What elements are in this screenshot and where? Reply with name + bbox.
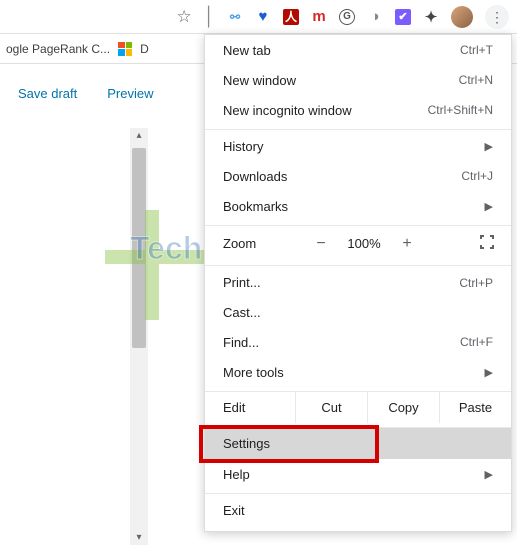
menu-label: Print... xyxy=(223,275,261,290)
more-menu-button[interactable]: ⋮ xyxy=(485,5,509,29)
zoom-value: 100% xyxy=(339,236,389,251)
menu-label: Bookmarks xyxy=(223,199,288,214)
zoom-in-button[interactable]: + xyxy=(389,235,425,253)
fullscreen-icon[interactable] xyxy=(473,235,501,252)
m-icon[interactable]: m xyxy=(311,9,327,25)
shortcut: Ctrl+P xyxy=(459,276,493,290)
task-icon[interactable]: ✔ xyxy=(395,9,411,25)
menu-edit-row: Edit Cut Copy Paste xyxy=(205,391,511,423)
microsoft-icon[interactable] xyxy=(118,42,132,56)
browser-toolbar: ☆ │ ⚯ ♥ 人 m G ◑ ✔ ✦ ⋮ xyxy=(0,0,517,34)
grammarly-icon[interactable]: G xyxy=(339,9,355,25)
menu-exit[interactable]: Exit xyxy=(205,493,511,525)
menu-new-incognito[interactable]: New incognito window Ctrl+Shift+N xyxy=(205,95,511,125)
shortcut: Ctrl+J xyxy=(461,169,493,183)
menu-downloads[interactable]: Downloads Ctrl+J xyxy=(205,161,511,191)
menu-new-tab[interactable]: New tab Ctrl+T xyxy=(205,35,511,65)
adobe-icon[interactable]: 人 xyxy=(283,9,299,25)
chevron-right-icon: ▶ xyxy=(485,468,493,481)
bookmark-item[interactable]: ogle PageRank C... xyxy=(6,42,110,56)
cut-button[interactable]: Cut xyxy=(295,392,367,423)
menu-cast[interactable]: Cast... xyxy=(205,297,511,327)
circle-icon[interactable]: ◑ xyxy=(367,9,383,25)
profile-avatar[interactable] xyxy=(451,6,473,28)
bookmark-item[interactable]: D xyxy=(140,42,149,56)
scroll-up-icon[interactable]: ▴ xyxy=(130,130,148,141)
save-draft-link[interactable]: Save draft xyxy=(18,86,77,124)
separator: │ xyxy=(204,6,215,27)
menu-label: Cast... xyxy=(223,305,261,320)
puzzle-icon[interactable]: ✦ xyxy=(423,9,439,25)
menu-label: New incognito window xyxy=(223,103,352,118)
menu-zoom: Zoom − 100% + xyxy=(205,225,511,261)
menu-label: New tab xyxy=(223,43,271,58)
preview-link[interactable]: Preview xyxy=(107,86,153,124)
menu-history[interactable]: History ▶ xyxy=(205,129,511,161)
zoom-label: Zoom xyxy=(223,236,303,251)
menu-bookmarks[interactable]: Bookmarks ▶ xyxy=(205,191,511,221)
menu-print[interactable]: Print... Ctrl+P xyxy=(205,265,511,297)
menu-label: Settings xyxy=(223,436,270,451)
menu-label: Help xyxy=(223,467,250,482)
zoom-out-button[interactable]: − xyxy=(303,235,339,253)
y-icon[interactable]: ♥ xyxy=(255,9,271,25)
chevron-right-icon: ▶ xyxy=(485,140,493,153)
edit-label: Edit xyxy=(205,392,295,423)
copy-button[interactable]: Copy xyxy=(367,392,439,423)
menu-label: Downloads xyxy=(223,169,287,184)
chrome-menu: New tab Ctrl+T New window Ctrl+N New inc… xyxy=(204,34,512,532)
scroll-down-icon[interactable]: ▾ xyxy=(130,532,148,543)
chevron-right-icon: ▶ xyxy=(485,366,493,379)
menu-more-tools[interactable]: More tools ▶ xyxy=(205,357,511,387)
menu-label: Exit xyxy=(223,503,245,518)
menu-help[interactable]: Help ▶ xyxy=(205,459,511,489)
menu-find[interactable]: Find... Ctrl+F xyxy=(205,327,511,357)
shortcut: Ctrl+F xyxy=(460,335,493,349)
paste-button[interactable]: Paste xyxy=(439,392,511,423)
bookmark-star-icon[interactable]: ☆ xyxy=(177,7,192,27)
scrollbar[interactable]: ▴ ▾ xyxy=(130,128,148,545)
shortcut: Ctrl+T xyxy=(460,43,493,57)
shortcut: Ctrl+N xyxy=(459,73,493,87)
chevron-right-icon: ▶ xyxy=(485,200,493,213)
menu-label: History xyxy=(223,139,263,154)
menu-label: More tools xyxy=(223,365,284,380)
shortcut: Ctrl+Shift+N xyxy=(428,103,493,117)
menu-settings[interactable]: Settings xyxy=(205,427,511,459)
menu-new-window[interactable]: New window Ctrl+N xyxy=(205,65,511,95)
menu-label: New window xyxy=(223,73,296,88)
link-icon[interactable]: ⚯ xyxy=(227,9,243,25)
menu-label: Find... xyxy=(223,335,259,350)
scroll-thumb[interactable] xyxy=(132,148,146,348)
